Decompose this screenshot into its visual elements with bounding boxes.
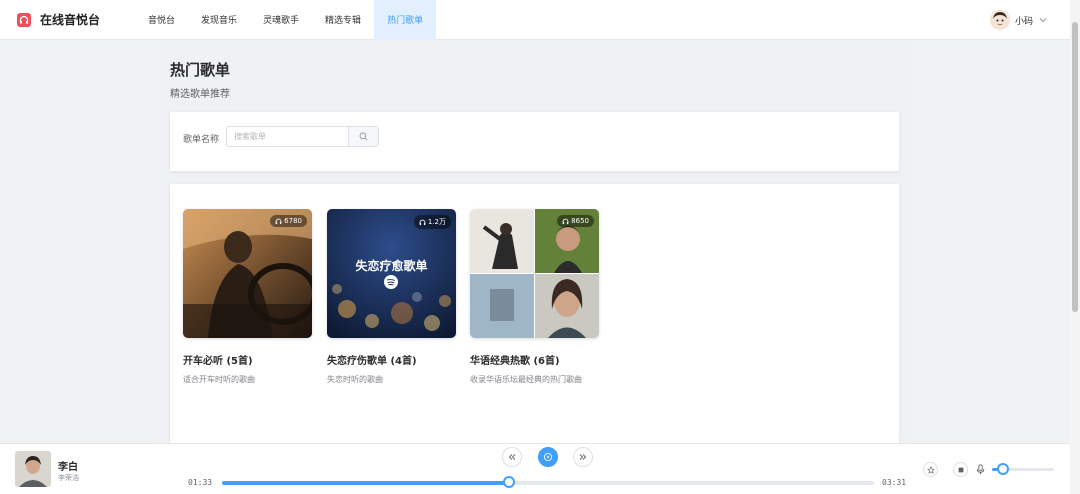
play-count: 6780: [284, 217, 302, 225]
playlist-name[interactable]: 失恋疗伤歌单 (4首): [327, 352, 456, 367]
previous-button[interactable]: [502, 447, 522, 467]
playlist-card[interactable]: 8650 华语经典热歌 (6首) 收录华语乐坛最经典的热门歌曲: [470, 209, 599, 385]
favorite-button[interactable]: [923, 462, 938, 477]
scrollbar-thumb[interactable]: [1072, 22, 1078, 312]
progress-fill: [222, 481, 509, 485]
progress-handle[interactable]: [502, 476, 515, 488]
playlist-desc: 适合开车时听的歌曲: [183, 375, 255, 384]
now-playing-cover[interactable]: [15, 451, 51, 487]
chevron-down-icon: [1039, 18, 1047, 23]
volume-slider[interactable]: [992, 463, 1054, 475]
volume-handle[interactable]: [997, 463, 1010, 475]
progress-slider[interactable]: [222, 476, 874, 488]
app-name: 在线音悦台: [40, 13, 101, 27]
search-box: [226, 126, 379, 147]
play-count-badge: 6780: [270, 215, 307, 227]
main-nav: 音悦台 发现音乐 灵魂歌手 精选专辑 热门歌单: [135, 0, 437, 40]
main-content: 热门歌单 精选歌单推荐 歌单名称 搜索歌单 6780 开车必听 (5首) 适合开…: [155, 41, 914, 443]
headphones-logo-icon: [17, 12, 31, 27]
top-header: 在线音悦台 音悦台 发现音乐 灵魂歌手 精选专辑 热门歌单 小码: [0, 0, 1070, 40]
star-icon: [926, 465, 935, 474]
headphones-icon: [275, 218, 282, 224]
play-count: 8650: [571, 217, 589, 225]
play-count: 1.2万: [427, 218, 446, 226]
double-chevron-left-icon: [508, 454, 516, 460]
search-button[interactable]: [348, 127, 378, 146]
playlist-name[interactable]: 开车必听 (5首): [183, 352, 312, 367]
playlist-queue-button[interactable]: [953, 462, 968, 477]
user-avatar: [989, 10, 1010, 30]
player-bar: 李白 李荣浩 01:33 03:31: [0, 443, 1070, 494]
playlist-grid: 6780 开车必听 (5首) 适合开车时听的歌曲 失恋疗愈歌单 1.2万 失恋疗…: [170, 184, 899, 443]
nav-item-singers[interactable]: 灵魂歌手: [250, 0, 312, 40]
nav-item-discover[interactable]: 发现音乐: [188, 0, 250, 40]
nav-item-home[interactable]: 音悦台: [135, 0, 188, 40]
headphones-icon: [419, 219, 426, 225]
cover-title: 失恋疗愈歌单: [355, 259, 428, 273]
search-panel: 歌单名称: [170, 112, 899, 171]
playlist-cover[interactable]: 6780: [183, 209, 312, 338]
double-chevron-right-icon: [579, 454, 587, 460]
play-count-badge: 1.2万: [413, 215, 451, 229]
nav-item-albums[interactable]: 精选专辑: [312, 0, 374, 40]
menu-icon: [958, 467, 963, 472]
playlist-name[interactable]: 华语经典热歌 (6首): [470, 352, 599, 367]
microphone-icon[interactable]: [976, 464, 985, 475]
playlist-desc: 收录华语乐坛最经典的热门歌曲: [470, 375, 582, 384]
playlist-cover[interactable]: 8650: [470, 209, 599, 338]
user-name: 小码: [1014, 16, 1033, 27]
headphones-icon: [562, 218, 569, 224]
playlist-card[interactable]: 失恋疗愈歌单 1.2万 失恋疗伤歌单 (4首) 失恋时听的歌曲: [327, 209, 456, 385]
now-playing-artist[interactable]: 李荣浩: [58, 473, 79, 483]
current-time: 01:33: [188, 478, 213, 487]
playlist-card[interactable]: 6780 开车必听 (5首) 适合开车时听的歌曲: [183, 209, 312, 385]
search-icon: [359, 132, 368, 141]
page-scrollbar[interactable]: [1070, 0, 1080, 494]
playlist-cover[interactable]: 失恋疗愈歌单 1.2万: [327, 209, 456, 338]
page-title: 热门歌单: [170, 61, 231, 79]
user-menu[interactable]: 小码: [989, 0, 1047, 40]
page-subtitle: 精选歌单推荐: [170, 89, 230, 100]
playlist-desc: 失恋时听的歌曲: [327, 375, 383, 384]
artist-photo: [15, 451, 51, 487]
total-time: 03:31: [882, 478, 907, 487]
play-circle-icon: [543, 452, 553, 462]
play-count-badge: 8650: [557, 215, 594, 227]
next-button[interactable]: [573, 447, 593, 467]
nav-item-hot-playlists[interactable]: 热门歌单: [374, 0, 437, 40]
app-logo[interactable]: 在线音悦台: [17, 11, 135, 28]
search-label: 歌单名称: [183, 135, 220, 145]
play-pause-button[interactable]: [538, 447, 558, 467]
search-input[interactable]: [227, 127, 348, 146]
now-playing-title: 李白: [58, 462, 78, 473]
album-collage-image: [470, 209, 599, 338]
car-driver-image: [183, 209, 312, 338]
